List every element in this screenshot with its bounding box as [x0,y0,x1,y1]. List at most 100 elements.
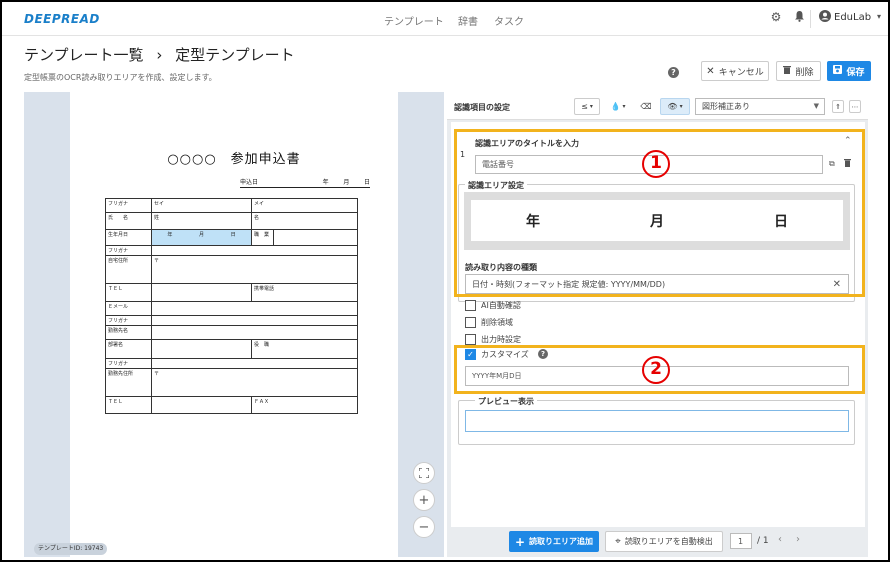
document-viewer[interactable]: ○○○○ 参加申込書 申込日 年 月 日 フリガナ セイ メイ 氏 名姓名 生年月日… [24,92,444,557]
cancel-label: キャンセル [718,67,764,78]
breadcrumb-parent[interactable]: テンプレート一覧 [24,46,144,64]
zoom-in-button[interactable]: + [413,489,435,511]
save-label: 保存 [846,67,865,78]
eraser-button[interactable]: ⌫ [637,98,655,115]
form-cell: フリガナ [105,245,152,256]
chevron-down-icon: ▾ [589,103,593,110]
output-setting-label: 出力時設定 [481,335,521,344]
sort-dropdown[interactable]: ≤ ▾ [574,98,600,115]
crosshair-icon: ⌖ [615,536,621,547]
preview-output-field[interactable] [465,410,849,432]
fit-icon [419,468,429,478]
chevron-left-icon[interactable]: ‹ [778,534,782,545]
visibility-dropdown[interactable]: 👁 ▾ [660,98,690,115]
ai-check-label: AI自動確認 [481,301,521,310]
cancel-button[interactable]: ✕ キャンセル [701,61,769,81]
output-setting-checkbox[interactable] [465,334,476,345]
form-cell: 自宅住所 [105,255,152,284]
form-cell: 勤務先住所 [105,368,152,397]
delete-area-checkbox[interactable] [465,317,476,328]
nav-tasks[interactable]: タスク [494,13,524,28]
ink-dropdown[interactable]: 💧 ▾ [604,98,632,115]
breadcrumb-separator: › [156,46,163,64]
form-cell: 勤務先名 [105,325,152,340]
bell-icon[interactable] [792,10,806,24]
form-cell: 〒 [151,368,358,397]
form-cell: 年 [167,232,173,238]
app-frame: DEEPREAD テンプレート 辞書 タスク ⚙ EduLab ▾ テンプレート… [0,0,890,562]
form-cell: セイ [151,198,252,213]
delete-button[interactable]: 削除 [776,61,821,81]
nav-templates[interactable]: テンプレート [384,13,444,28]
form-cell [151,325,358,340]
form-cell: フリガナ [105,315,152,326]
save-button[interactable]: 保存 [827,61,871,81]
more-button[interactable]: ⋯ [849,100,861,113]
annotation-marker-2: 2 [642,356,670,384]
page-title: テンプレート一覧 › 定型テンプレート [24,44,295,65]
collapse-all-button[interactable]: ⇑ [832,100,844,113]
application-date: 申込日 年 月 日 [240,177,370,188]
page-total: / 1 [757,536,769,546]
fit-to-page-button[interactable] [413,462,435,484]
correction-select-value: 図形補正あり [702,102,750,111]
application-form-table: フリガナ セイ メイ 氏 名姓名 生年月日年月日職 業 フリガナ 自宅住所〒 ＴＥＬ… [105,198,358,414]
document-page: ○○○○ 参加申込書 申込日 年 月 日 フリガナ セイ メイ 氏 名姓名 生年月日… [70,92,398,557]
user-name[interactable]: EduLab [834,12,871,23]
annotation-marker-1: 1 [642,150,670,178]
correction-select[interactable]: 図形補正あり ▼ [695,98,825,115]
form-cell: メイ [251,198,358,213]
form-cell: 姓 [151,212,252,230]
form-cell: 月 [198,232,204,238]
drop-icon: 💧 [610,102,621,111]
form-cell [151,358,358,369]
form-cell: 名 [251,212,358,230]
add-area-label: 読取りエリア追加 [529,537,594,546]
app-logo[interactable]: DEEPREAD [24,12,100,26]
chevron-down-icon[interactable]: ▾ [872,10,886,24]
form-cell: 生年月日 [105,229,152,246]
form-cell [151,339,252,359]
nav-divider [810,10,811,28]
gear-icon[interactable]: ⚙ [769,10,783,24]
chevron-right-icon[interactable]: › [796,534,800,545]
nav-dictionary[interactable]: 辞書 [458,13,478,28]
form-cell: 職 業 [251,229,274,246]
ai-check-checkbox[interactable] [465,300,476,311]
add-area-button[interactable]: + 読取りエリア追加 [509,531,599,552]
top-nav: DEEPREAD テンプレート 辞書 タスク ⚙ EduLab ▾ [2,2,888,36]
template-id-badge: テンプレートID: 19743 [34,543,108,555]
delete-label: 削除 [795,67,814,78]
auto-detect-button[interactable]: ⌖ 読取りエリアを自動検出 [605,531,723,552]
double-chevron-up-icon: ⇑ [835,102,841,111]
trash-icon [783,65,792,77]
form-cell [273,229,358,246]
form-cell: 携帯電話 [251,283,358,302]
more-icon: ⋯ [851,102,859,111]
form-cell [151,315,358,326]
bottom-action-bar: + 読取りエリア追加 ⌖ 読取りエリアを自動検出 1 / 1 ‹ › [447,527,868,557]
form-cell: ＦＡＸ [251,396,358,414]
form-cell: 氏 名 [105,212,152,230]
chevron-down-icon: ▾ [622,103,626,110]
page-number-input[interactable]: 1 [730,533,752,549]
close-icon: ✕ [706,65,715,77]
form-cell: フリガナ [105,198,152,213]
zoom-out-button[interactable]: − [413,516,435,538]
form-cell: 日 [230,232,236,238]
highlighted-date-cell[interactable]: 年月日 [151,229,252,246]
chevron-down-icon: ▼ [813,102,819,110]
user-circle-icon[interactable] [818,10,832,24]
date-day: 日 [363,179,370,186]
eye-icon: 👁 [667,102,678,111]
date-month: 月 [343,179,350,186]
form-cell [151,245,358,256]
settings-title: 認識項目の設定 [454,103,510,112]
help-icon[interactable]: ? [668,67,679,78]
preview-label: プレビュー表示 [475,396,537,407]
auto-detect-label: 読取りエリアを自動検出 [624,537,713,546]
form-cell: 役 職 [251,339,358,359]
save-icon [833,65,843,77]
form-cell: 部署名 [105,339,152,359]
eraser-icon: ⌫ [640,102,652,111]
